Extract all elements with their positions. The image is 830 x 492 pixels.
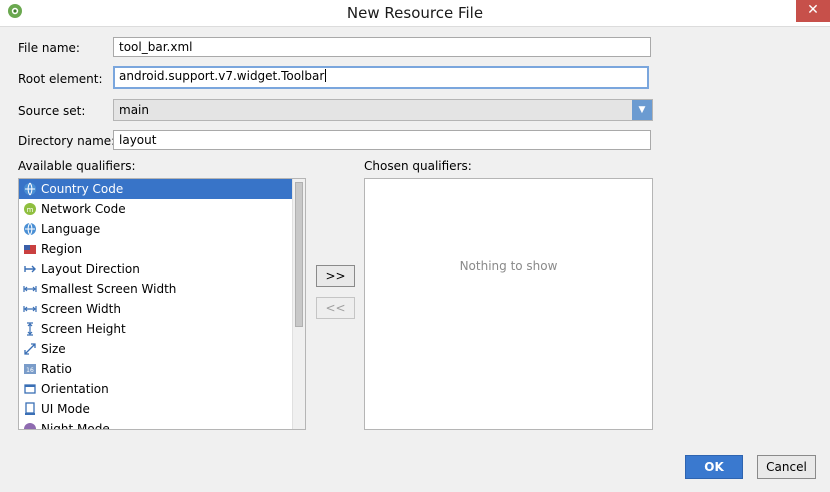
qualifier-item[interactable]: Layout Direction bbox=[19, 259, 293, 279]
root-element-field[interactable]: android.support.v7.widget.Toolbar bbox=[113, 66, 649, 89]
width-icon bbox=[23, 286, 37, 292]
qualifier-item[interactable]: 16 Ratio bbox=[19, 359, 293, 379]
qualifier-item-label: Night Mode bbox=[41, 422, 110, 430]
qualifier-item-label: Layout Direction bbox=[41, 262, 140, 276]
qualifier-item-label: UI Mode bbox=[41, 402, 90, 416]
cancel-button[interactable]: Cancel bbox=[757, 455, 816, 479]
empty-state-text: Nothing to show bbox=[459, 259, 558, 273]
qualifier-item[interactable]: m Network Code bbox=[19, 199, 293, 219]
svg-text:16: 16 bbox=[26, 367, 34, 374]
width-icon bbox=[23, 306, 37, 312]
directory-name-field[interactable]: layout bbox=[113, 130, 651, 150]
available-qualifiers-label: Available qualifiers: bbox=[18, 159, 136, 173]
dropdown-arrow-icon[interactable]: ▼ bbox=[632, 100, 652, 120]
chosen-qualifiers-label: Chosen qualifiers: bbox=[364, 159, 472, 173]
qualifier-items: Country Code m Network Code Language Region L… bbox=[19, 179, 305, 430]
add-qualifier-button[interactable]: >> bbox=[316, 265, 355, 287]
dialog-content: File name: tool_bar.xml Root element: an… bbox=[0, 27, 830, 492]
region-flag-icon bbox=[24, 245, 36, 254]
qualifier-item-label: Screen Height bbox=[41, 322, 126, 336]
svg-text:m: m bbox=[27, 206, 34, 214]
root-element-label: Root element: bbox=[18, 72, 103, 86]
file-name-label: File name: bbox=[18, 41, 80, 55]
qualifier-item-label: Ratio bbox=[41, 362, 72, 376]
orientation-icon bbox=[24, 384, 36, 394]
ratio-icon: 16 bbox=[24, 364, 36, 374]
file-name-field[interactable]: tool_bar.xml bbox=[113, 37, 651, 57]
title-bar: New Resource File ✕ bbox=[0, 0, 830, 27]
size-icon bbox=[24, 343, 36, 355]
height-icon bbox=[27, 322, 33, 336]
qualifier-item-label: Orientation bbox=[41, 382, 109, 396]
qualifier-item-label: Region bbox=[41, 242, 83, 256]
layout-direction-icon bbox=[24, 265, 36, 273]
available-qualifiers-list[interactable]: Country Code m Network Code Language Region L… bbox=[18, 178, 306, 430]
qualifier-item-label: Network Code bbox=[41, 202, 126, 216]
qualifier-item-label: Screen Width bbox=[41, 302, 121, 316]
qualifier-item-label: Size bbox=[41, 342, 66, 356]
globe-icon bbox=[24, 182, 36, 196]
ok-button[interactable]: OK bbox=[685, 455, 743, 479]
qualifier-item[interactable]: Screen Height bbox=[19, 319, 293, 339]
qualifier-item[interactable]: Night Mode bbox=[19, 419, 293, 430]
network-icon: m bbox=[24, 203, 36, 215]
qualifier-item-label: Country Code bbox=[41, 182, 124, 196]
qualifier-item[interactable]: Country Code bbox=[19, 179, 293, 199]
scrollbar-thumb[interactable] bbox=[295, 182, 303, 327]
qualifier-item-label: Smallest Screen Width bbox=[41, 282, 177, 296]
close-button[interactable]: ✕ bbox=[796, 0, 830, 22]
list-scrollbar[interactable] bbox=[292, 179, 305, 429]
globe-icon bbox=[24, 222, 36, 236]
qualifier-item[interactable]: Smallest Screen Width bbox=[19, 279, 293, 299]
directory-name-label: Directory name: bbox=[18, 134, 116, 148]
chosen-qualifiers-list[interactable]: Nothing to show bbox=[364, 178, 653, 430]
source-set-value: main bbox=[119, 103, 149, 117]
night-mode-icon bbox=[24, 423, 36, 429]
qualifier-item[interactable]: UI Mode bbox=[19, 399, 293, 419]
qualifier-item[interactable]: Orientation bbox=[19, 379, 293, 399]
qualifier-item[interactable]: Region bbox=[19, 239, 293, 259]
qualifier-item-label: Language bbox=[41, 222, 101, 236]
source-set-label: Source set: bbox=[18, 104, 86, 118]
text-caret bbox=[325, 69, 327, 82]
qualifier-item[interactable]: Size bbox=[19, 339, 293, 359]
qualifier-item[interactable]: Language bbox=[19, 219, 293, 239]
remove-qualifier-button[interactable]: << bbox=[316, 297, 355, 319]
source-set-dropdown[interactable]: main ▼ bbox=[113, 99, 653, 121]
qualifier-item[interactable]: Screen Width bbox=[19, 299, 293, 319]
root-element-value: android.support.v7.widget.Toolbar bbox=[119, 69, 325, 83]
window-title: New Resource File bbox=[346, 4, 484, 22]
ui-mode-icon bbox=[25, 402, 35, 415]
